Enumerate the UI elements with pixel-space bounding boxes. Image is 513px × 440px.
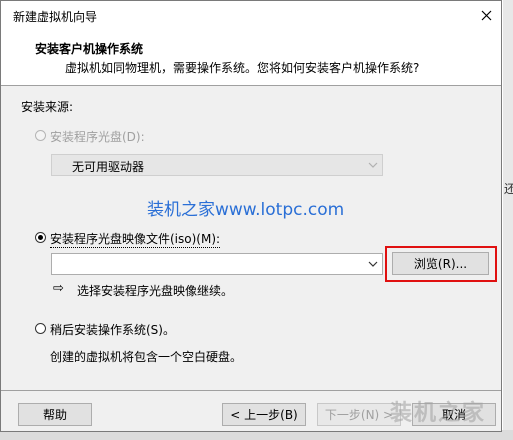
background-window-edge <box>503 0 513 440</box>
chevron-down-icon <box>368 261 378 267</box>
corner-watermark: 装机之家 <box>389 401 486 426</box>
iso-radio[interactable] <box>35 232 46 243</box>
iso-option-label: 安装程序光盘映像文件(iso)(M): <box>50 232 221 248</box>
title-bar: 新建虚拟机向导 <box>1 1 501 29</box>
iso-path-input[interactable] <box>51 253 383 275</box>
background-window-text: 还 <box>504 182 513 196</box>
disc-drive-value: 无可用驱动器 <box>72 160 145 174</box>
wizard-header: 安装客户机操作系统 虚拟机如同物理机，需要操作系统。您将如何安装客户机操作系统? <box>1 29 501 86</box>
install-later-description: 创建的虚拟机将包含一个空白硬盘。 <box>50 350 243 364</box>
install-later-label: 稍后安装操作系统(S)。 <box>50 323 175 337</box>
close-icon <box>481 10 491 20</box>
page-title: 安装客户机操作系统 <box>35 42 144 56</box>
wizard-content: 安装来源: 安装程序光盘(D): 无可用驱动器 装机之家www.lotpc.co… <box>1 86 501 376</box>
page-description: 虚拟机如同物理机，需要操作系统。您将如何安装客户机操作系统? <box>65 61 420 75</box>
disc-radio[interactable] <box>35 130 46 141</box>
chevron-down-icon <box>368 162 378 168</box>
iso-hint-text: 选择安装程序光盘映像继续。 <box>77 284 234 298</box>
disc-option-label: 安装程序光盘(D): <box>50 130 145 144</box>
disc-drive-dropdown[interactable]: 无可用驱动器 <box>51 154 383 176</box>
browse-highlight-box <box>385 246 497 282</box>
site-watermark: 装机之家www.lotpc.com <box>147 200 345 220</box>
help-button[interactable]: 帮助 <box>18 403 92 426</box>
install-source-label: 安装来源: <box>21 100 74 114</box>
arrow-right-icon: ⇨ <box>53 281 64 296</box>
back-button[interactable]: < 上一步(B) <box>222 403 306 426</box>
new-vm-wizard-dialog: 新建虚拟机向导 安装客户机操作系统 虚拟机如同物理机，需要操作系统。您将如何安装… <box>0 0 502 432</box>
close-button[interactable] <box>471 1 501 29</box>
window-title: 新建虚拟机向导 <box>13 10 98 24</box>
install-later-radio[interactable] <box>35 323 46 334</box>
